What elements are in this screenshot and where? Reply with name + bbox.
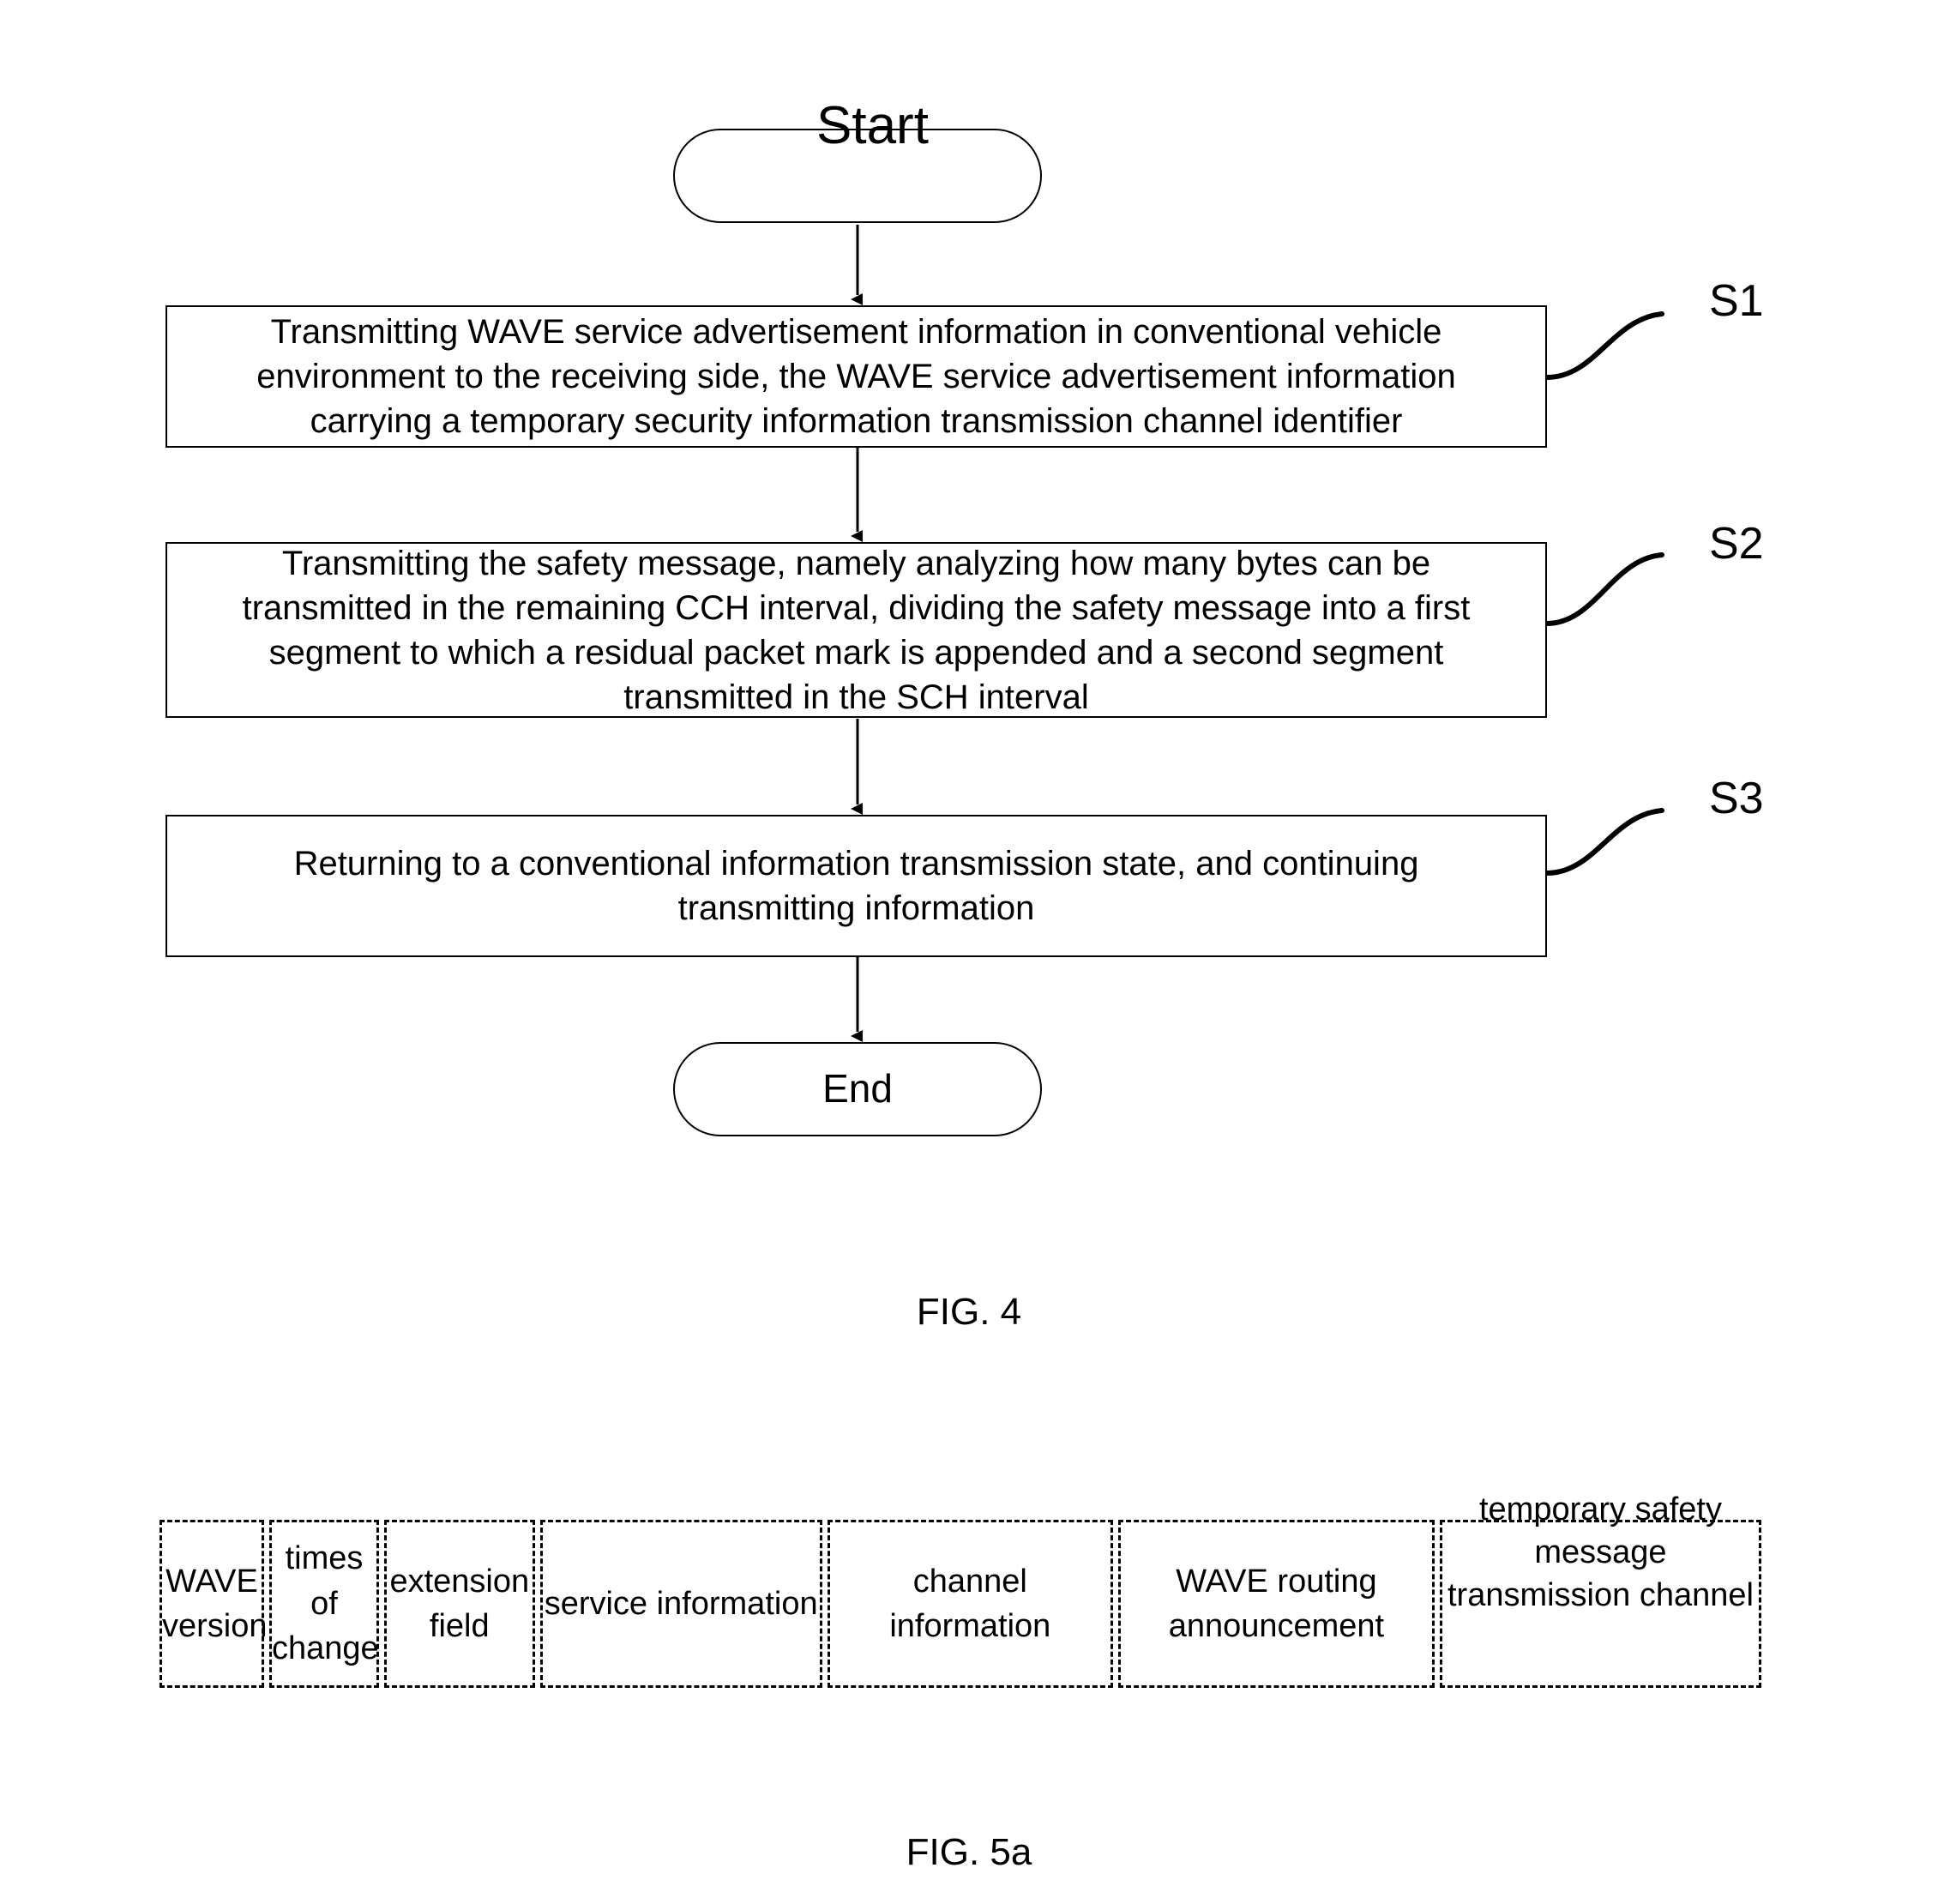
wave-packet-field-strip: WAVE version times of change extension f…	[159, 1491, 1761, 1688]
flowchart-step-s3: Returning to a conventional information …	[166, 815, 1547, 957]
packet-field-label: service information	[544, 1585, 818, 1622]
leader-line-s2	[1544, 552, 1664, 626]
packet-field-label: WAVE version	[162, 1563, 268, 1644]
packet-field-label: WAVE routing announcement	[1168, 1563, 1385, 1644]
figure-4-caption: FIG. 4	[916, 1291, 1022, 1333]
packet-field-extension-field: extension field	[384, 1520, 535, 1688]
leader-line-s1	[1544, 311, 1664, 380]
packet-field-service-information: service information	[539, 1520, 822, 1688]
step-s2-text: Transmitting the safety message, namely …	[242, 544, 1471, 716]
packet-field-label: temporary safety message transmission ch…	[1447, 1491, 1754, 1614]
flowchart-step-s1: Transmitting WAVE service advertisement …	[166, 305, 1547, 448]
step-s1-text: Transmitting WAVE service advertisement …	[256, 313, 1456, 440]
packet-field-wave-routing-announcement: WAVE routing announcement	[1117, 1520, 1435, 1688]
flowchart-end-node: End	[673, 1042, 1042, 1136]
packet-field-times-of-change: times of change	[269, 1520, 379, 1688]
packet-field-label: times of change	[272, 1540, 379, 1667]
start-node-label: Start	[816, 96, 929, 155]
step-tag-s1: S1	[1709, 276, 1764, 326]
figure-sheet: Start Transmitting WAVE service advertis…	[0, 0, 1938, 1904]
step-tag-s2: S2	[1709, 519, 1764, 569]
step-tag-s3: S3	[1709, 774, 1764, 823]
flowchart-start-node: Start	[673, 97, 1042, 223]
packet-field-label: channel information	[889, 1563, 1051, 1644]
step-s3-text: Returning to a conventional information …	[293, 845, 1419, 927]
packet-field-temporary-safety-message-transmission-channel: temporary safety message transmission ch…	[1439, 1491, 1761, 1688]
end-node-label: End	[822, 1066, 893, 1111]
flowchart-step-s2: Transmitting the safety message, namely …	[166, 542, 1547, 718]
figure-5a-caption: FIG. 5a	[906, 1831, 1032, 1873]
packet-field-channel-information: channel information	[827, 1520, 1113, 1688]
leader-line-s3	[1544, 808, 1664, 876]
packet-field-label: extension field	[389, 1563, 530, 1644]
packet-field-wave-version: WAVE version	[159, 1520, 268, 1688]
